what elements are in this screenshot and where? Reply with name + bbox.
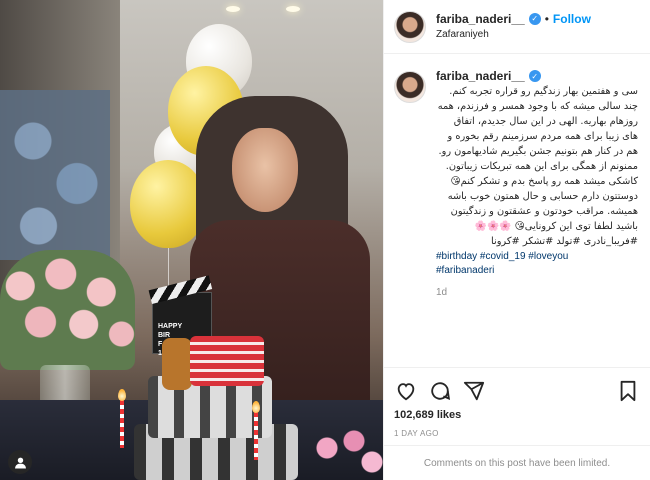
candle	[120, 400, 124, 448]
share-icon	[463, 381, 485, 401]
likes-count[interactable]: 102,689 likes	[394, 409, 640, 421]
heart-icon	[397, 383, 415, 401]
blue-flowers	[0, 90, 110, 260]
woman-face	[232, 128, 298, 212]
comment-icon	[431, 382, 451, 400]
post-header: fariba_naderi__ ✓ • Follow Zafaraniyeh	[384, 0, 650, 54]
follow-button[interactable]: Follow	[553, 11, 591, 27]
caption: fariba_naderi__ ✓ سی و هفتمین بهار زندگی…	[436, 69, 638, 298]
header-user-row: fariba_naderi__ ✓ • Follow	[436, 11, 591, 27]
location-link[interactable]: Zafaraniyeh	[436, 27, 591, 43]
share-button[interactable]	[462, 379, 486, 403]
post-photo[interactable]: HAPPY BIR FA 14	[0, 0, 383, 480]
ceiling-light	[226, 6, 240, 12]
caption-hashtags: #birthday #covid_19 #loveyou #faribanade…	[436, 250, 638, 278]
cake-slice	[190, 336, 264, 386]
comments-limited-notice: Comments on this post have been limited.	[384, 445, 650, 480]
hashtag-link[interactable]: #faribanaderi	[436, 265, 494, 276]
ceiling-light	[286, 6, 300, 12]
comment-button[interactable]	[428, 379, 452, 403]
verified-badge-icon: ✓	[528, 70, 541, 82]
avatar[interactable]	[394, 10, 426, 43]
hashtag-link[interactable]: #loveyou	[528, 251, 568, 262]
action-icons	[394, 374, 640, 408]
caption-row: fariba_naderi__ ✓ سی و هفتمین بهار زندگی…	[394, 69, 638, 298]
yellow-balloon	[130, 160, 206, 248]
header-meta: fariba_naderi__ ✓ • Follow Zafaraniyeh	[436, 11, 591, 43]
username-link[interactable]: fariba_naderi__	[436, 11, 525, 27]
pink-flowers	[300, 420, 383, 480]
tagged-users-button[interactable]	[8, 450, 32, 474]
caption-username-link[interactable]: fariba_naderi__	[436, 69, 525, 83]
post-actions: 102,689 likes 1 DAY AGO	[384, 367, 650, 438]
comments-area[interactable]: fariba_naderi__ ✓ سی و هفتمین بهار زندگی…	[384, 55, 650, 367]
verified-badge-icon: ✓	[528, 12, 541, 25]
hashtag-link[interactable]: #covid_19	[480, 251, 526, 262]
instagram-post: HAPPY BIR FA 14 fariba_naderi__ ✓ • Foll…	[0, 0, 650, 480]
candle	[254, 412, 258, 460]
caption-avatar[interactable]	[394, 71, 426, 103]
cookie-stack	[162, 338, 192, 390]
person-icon	[14, 457, 26, 468]
caption-text: سی و هفتمین بهار زندگیم رو قراره تجربه ک…	[437, 86, 638, 247]
caption-user-row: fariba_naderi__ ✓	[436, 69, 638, 83]
candle-flame	[118, 389, 126, 401]
bookmark-icon	[620, 380, 636, 402]
hashtag-link[interactable]: #birthday	[436, 251, 477, 262]
candle-flame	[252, 401, 260, 413]
like-button[interactable]	[394, 379, 418, 403]
save-button[interactable]	[616, 379, 640, 403]
post-sidebar: fariba_naderi__ ✓ • Follow Zafaraniyeh f…	[383, 0, 650, 480]
post-date[interactable]: 1 DAY AGO	[394, 429, 640, 438]
caption-age: 1d	[436, 287, 448, 298]
separator-dot: •	[544, 11, 549, 26]
rose-bouquet	[0, 250, 135, 370]
